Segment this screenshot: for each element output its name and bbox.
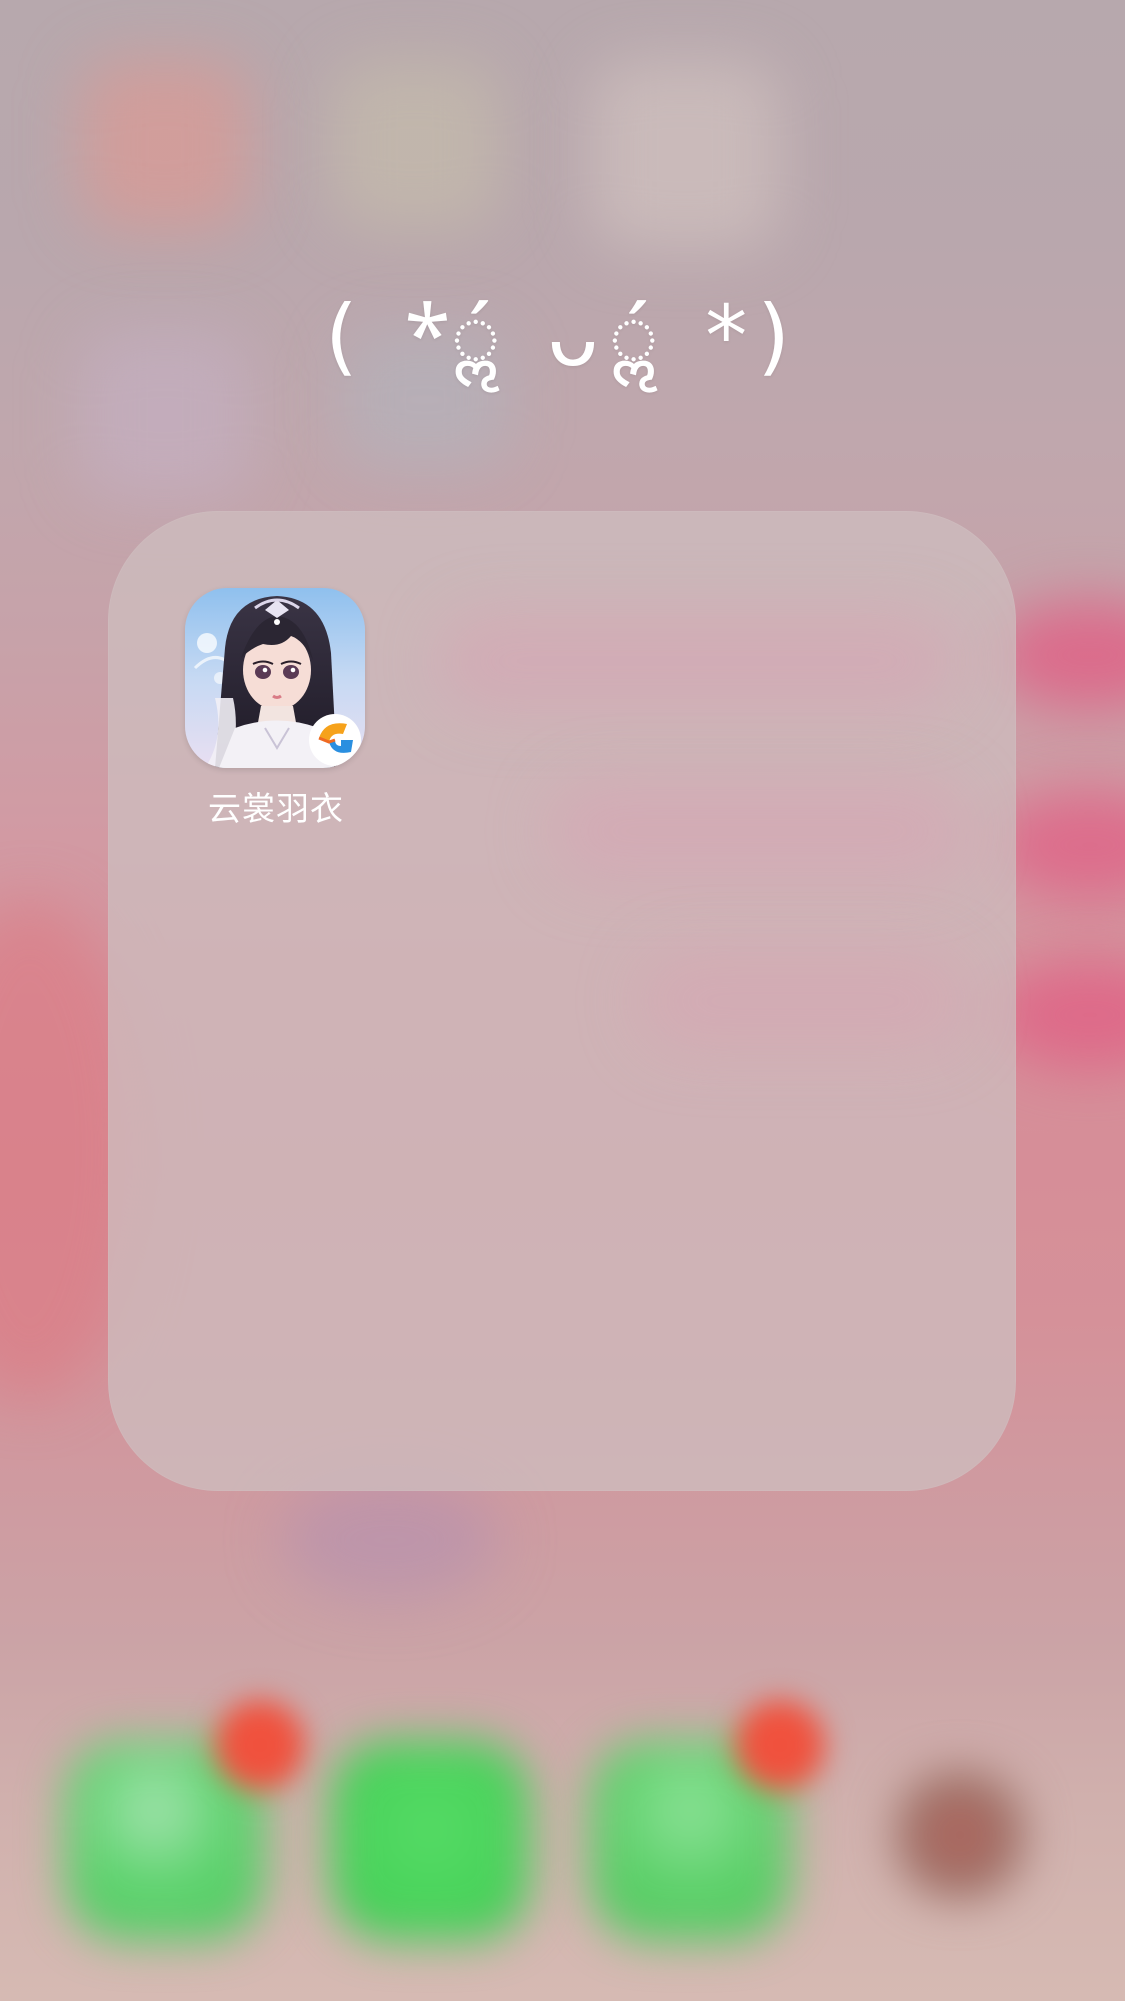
yunshang-yuyi-app-icon[interactable] [185, 588, 365, 768]
folder-app-item[interactable]: 云裳羽衣 [185, 588, 367, 830]
blurred-background-app-icon [330, 60, 500, 230]
notification-badge [215, 1700, 305, 1790]
app-label: 云裳羽衣 [208, 789, 344, 828]
panel-background-haze [548, 781, 968, 881]
panel-background-haze [638, 951, 968, 1051]
blurred-background-shape [280, 1480, 500, 1600]
blurred-background-app-icon [80, 60, 250, 230]
panel-background-haze [438, 611, 958, 711]
dock-game-app-icon[interactable] [895, 1770, 1025, 1900]
folder-title[interactable]: ( *ॢ́ ᴗॢ́ *) [0, 275, 1125, 390]
dock-messages-app-icon[interactable] [330, 1740, 530, 1940]
blurred-background-app-icon [590, 60, 780, 250]
notification-badge [735, 1700, 825, 1790]
